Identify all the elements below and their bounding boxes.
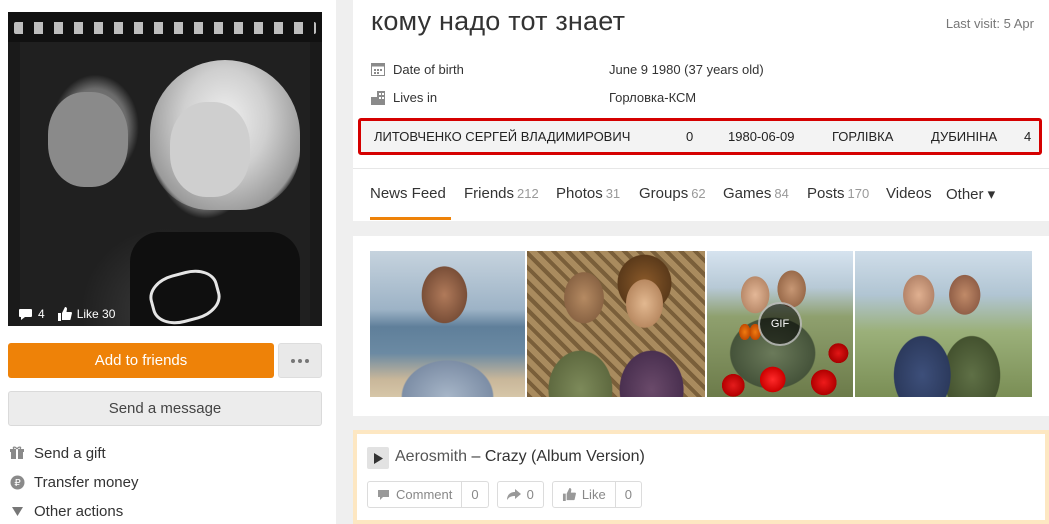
song-name: Crazy (Album Version) bbox=[484, 448, 645, 465]
send-gift-label: Send a gift bbox=[34, 444, 106, 462]
photo-thumbnail[interactable] bbox=[370, 251, 525, 397]
record-col1: 0 bbox=[686, 129, 694, 144]
photo-thumbnail[interactable] bbox=[527, 251, 705, 397]
record-col2: 4 bbox=[1024, 129, 1032, 144]
tab-games[interactable]: Games 84 bbox=[723, 185, 789, 202]
avatar-likes-label: Like 30 bbox=[76, 307, 116, 321]
calendar-icon bbox=[371, 62, 387, 76]
dot bbox=[298, 358, 302, 363]
avatar-photo bbox=[20, 42, 310, 326]
info-value[interactable]: Горловка-КСМ bbox=[609, 90, 696, 105]
like-button[interactable]: Like 0 bbox=[551, 481, 642, 508]
svg-text:₽: ₽ bbox=[14, 478, 21, 489]
info-row-city: Lives in Горловка-КСМ bbox=[371, 88, 1031, 106]
gift-icon bbox=[8, 446, 26, 460]
info-row-birth: Date of birth June 9 1980 (37 years old) bbox=[371, 60, 1031, 78]
tab-groups[interactable]: Groups 62 bbox=[639, 185, 706, 202]
info-value: June 9 1980 (37 years old) bbox=[609, 61, 764, 77]
info-label: Lives in bbox=[393, 89, 438, 105]
other-actions-link[interactable]: Other actions bbox=[8, 500, 123, 522]
send-message-button[interactable]: Send a message bbox=[8, 391, 322, 426]
share-count: 0 bbox=[526, 487, 534, 502]
tab-posts[interactable]: Posts 170 bbox=[807, 185, 869, 202]
profile-avatar[interactable]: 4 Like 30 bbox=[8, 12, 322, 326]
dot bbox=[291, 358, 295, 363]
thumbs-up-icon bbox=[562, 488, 576, 501]
highlighted-record: ЛИТОВЧЕНКО СЕРГЕЙ ВЛАДИМИРОВИЧ 0 1980-06… bbox=[358, 118, 1042, 155]
add-to-friends-button[interactable]: Add to friends bbox=[8, 343, 274, 378]
share-arrow-icon bbox=[506, 488, 521, 500]
photos-strip: GIF bbox=[353, 236, 1049, 416]
music-post: Aerosmith – Crazy (Album Version) Commen… bbox=[353, 430, 1049, 524]
info-label: Date of birth bbox=[393, 61, 464, 77]
record-city: ГОРЛІВКА bbox=[832, 129, 894, 144]
gif-badge: GIF bbox=[758, 302, 802, 346]
transfer-money-link[interactable]: ₽ Transfer money bbox=[8, 471, 138, 493]
active-tab-indicator bbox=[370, 217, 451, 220]
tab-photos[interactable]: Photos 31 bbox=[556, 185, 620, 202]
record-date: 1980-06-09 bbox=[728, 129, 795, 144]
comment-icon bbox=[19, 308, 32, 320]
comment-button[interactable]: Comment 0 bbox=[367, 481, 489, 508]
post-actions: Comment 0 0 Like 0 bbox=[367, 481, 642, 508]
comment-label: Comment bbox=[396, 487, 453, 502]
like-label: Like bbox=[581, 487, 606, 502]
avatar-comments[interactable]: 4 bbox=[18, 307, 45, 321]
comment-icon bbox=[378, 489, 389, 500]
send-gift-link[interactable]: Send a gift bbox=[8, 442, 106, 464]
avatar-like[interactable]: Like 30 bbox=[57, 307, 116, 321]
avatar-stats: 4 Like 30 bbox=[18, 307, 121, 321]
play-button[interactable] bbox=[367, 447, 389, 469]
left-column: 4 Like 30 Add to friends Send a message … bbox=[0, 0, 336, 524]
like-count: 0 bbox=[624, 487, 632, 502]
transfer-money-label: Transfer money bbox=[34, 473, 139, 491]
film-frame-top bbox=[8, 12, 322, 42]
photo-thumbnail[interactable] bbox=[855, 251, 1032, 397]
last-visit: Last visit: 5 Apr bbox=[945, 16, 1034, 31]
thumbs-up-icon bbox=[57, 307, 72, 321]
record-full-name: ЛИТОВЧЕНКО СЕРГЕЙ ВЛАДИМИРОВИЧ bbox=[374, 129, 631, 144]
comment-count: 0 bbox=[471, 487, 479, 502]
avatar-comments-count: 4 bbox=[38, 307, 45, 321]
tab-friends[interactable]: Friends 212 bbox=[464, 185, 539, 202]
city-icon bbox=[371, 90, 387, 105]
photo-thumbnail-gif[interactable]: GIF bbox=[707, 251, 853, 397]
profile-card: кому надо тот знает Last visit: 5 Apr Da… bbox=[353, 0, 1049, 221]
more-options-button[interactable] bbox=[278, 343, 322, 378]
song-artist[interactable]: Aerosmith bbox=[395, 448, 467, 465]
tab-news-feed[interactable]: News Feed bbox=[370, 185, 446, 202]
play-icon bbox=[373, 452, 383, 464]
tab-other[interactable]: Other ▾ bbox=[946, 185, 995, 203]
ruble-icon: ₽ bbox=[8, 475, 26, 490]
dot bbox=[305, 358, 309, 363]
triangle-down-icon bbox=[8, 506, 26, 516]
song-title[interactable]: Aerosmith – Crazy (Album Version) bbox=[395, 448, 645, 466]
profile-name: кому надо тот знает bbox=[371, 6, 626, 36]
profile-tabs: News Feed Friends 212 Photos 31 Groups 62 G… bbox=[353, 168, 1049, 220]
share-button[interactable]: 0 bbox=[496, 481, 544, 508]
record-street: ДУБИНІНА bbox=[931, 129, 998, 144]
tab-videos[interactable]: Videos bbox=[886, 185, 932, 202]
other-actions-label: Other actions bbox=[34, 502, 124, 520]
